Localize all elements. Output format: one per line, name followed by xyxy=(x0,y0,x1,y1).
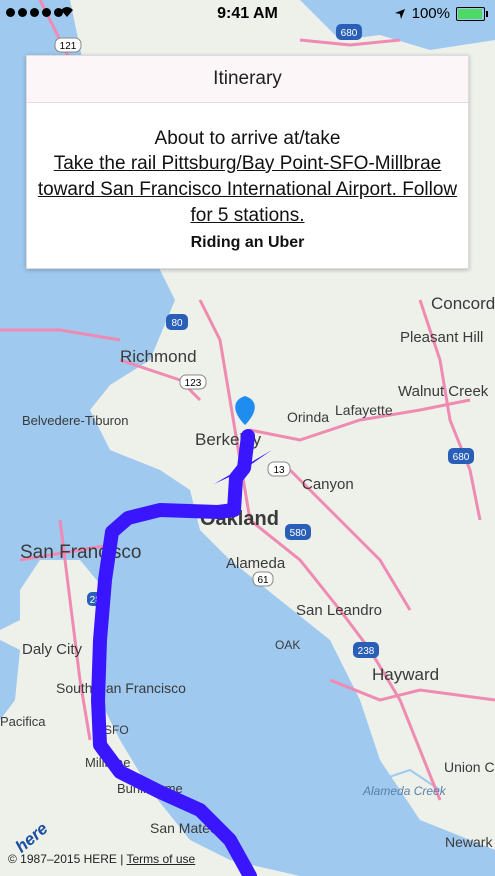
map-label-daly: Daly City xyxy=(22,641,83,658)
svg-text:13: 13 xyxy=(273,465,285,476)
itinerary-title: Itinerary xyxy=(27,56,468,103)
map-label-sfo: SFO xyxy=(104,723,129,737)
map-label-sanleandro: San Leandro xyxy=(296,602,382,619)
shield-80: 80 xyxy=(166,314,188,330)
battery-icon xyxy=(456,6,488,21)
status-bar: 9:41 AM 100% xyxy=(0,0,495,28)
map-label-richmond: Richmond xyxy=(120,347,197,366)
map-label-pacifica: Pacifica xyxy=(0,714,46,729)
svg-text:680: 680 xyxy=(341,28,358,39)
svg-text:580: 580 xyxy=(290,528,307,539)
shield-680b: 680 xyxy=(448,448,474,464)
itinerary-card: Itinerary About to arrive at/take Take t… xyxy=(26,55,469,269)
map-label-alameda: Alameda xyxy=(226,555,286,572)
copyright-text: © 1987–2015 HERE | xyxy=(8,852,124,866)
shield-13: 13 xyxy=(267,461,291,477)
map-label-oak: OAK xyxy=(275,638,300,652)
shield-121: 121 xyxy=(54,37,82,53)
map-attribution: © 1987–2015 HERE | Terms of use xyxy=(8,852,195,866)
map-label-newark: Newark xyxy=(445,834,493,850)
map-label-lafayette: Lafayette xyxy=(335,402,393,418)
map-label-hayward: Hayward xyxy=(372,665,439,684)
svg-text:61: 61 xyxy=(257,575,269,586)
map-label-concord: Concord xyxy=(431,294,495,313)
svg-text:121: 121 xyxy=(60,41,77,52)
shield-580: 580 xyxy=(285,524,311,540)
itinerary-about: About to arrive at/take xyxy=(154,128,341,149)
map-label-orinda: Orinda xyxy=(287,409,329,425)
map-label-canyon: Canyon xyxy=(302,476,354,493)
map-label-walnut: Walnut Creek xyxy=(398,383,489,400)
terms-of-use-link[interactable]: Terms of use xyxy=(127,852,196,866)
shield-61: 61 xyxy=(252,571,274,587)
itinerary-instruction-link[interactable]: Take the rail Pittsburg/Bay Point-SFO-Mi… xyxy=(33,151,462,229)
map-label-ssf: South San Francisco xyxy=(56,680,186,696)
map-label-belvedere: Belvedere-Tiburon xyxy=(22,413,128,428)
shield-123: 123 xyxy=(179,374,207,390)
svg-text:680: 680 xyxy=(453,452,470,463)
map-label-union: Union City xyxy=(444,759,495,775)
map-label-alameda-creek: Alameda Creek xyxy=(362,784,447,798)
map-label-sf: San Francisco xyxy=(20,542,141,563)
location-arrow-icon xyxy=(394,8,405,19)
svg-text:80: 80 xyxy=(171,318,183,329)
svg-text:123: 123 xyxy=(185,378,202,389)
battery-percent: 100% xyxy=(411,5,450,22)
itinerary-mode: Riding an Uber xyxy=(190,234,305,251)
svg-text:238: 238 xyxy=(358,646,375,657)
map-label-pleasant: Pleasant Hill xyxy=(400,329,483,346)
shield-238: 238 xyxy=(353,642,379,658)
